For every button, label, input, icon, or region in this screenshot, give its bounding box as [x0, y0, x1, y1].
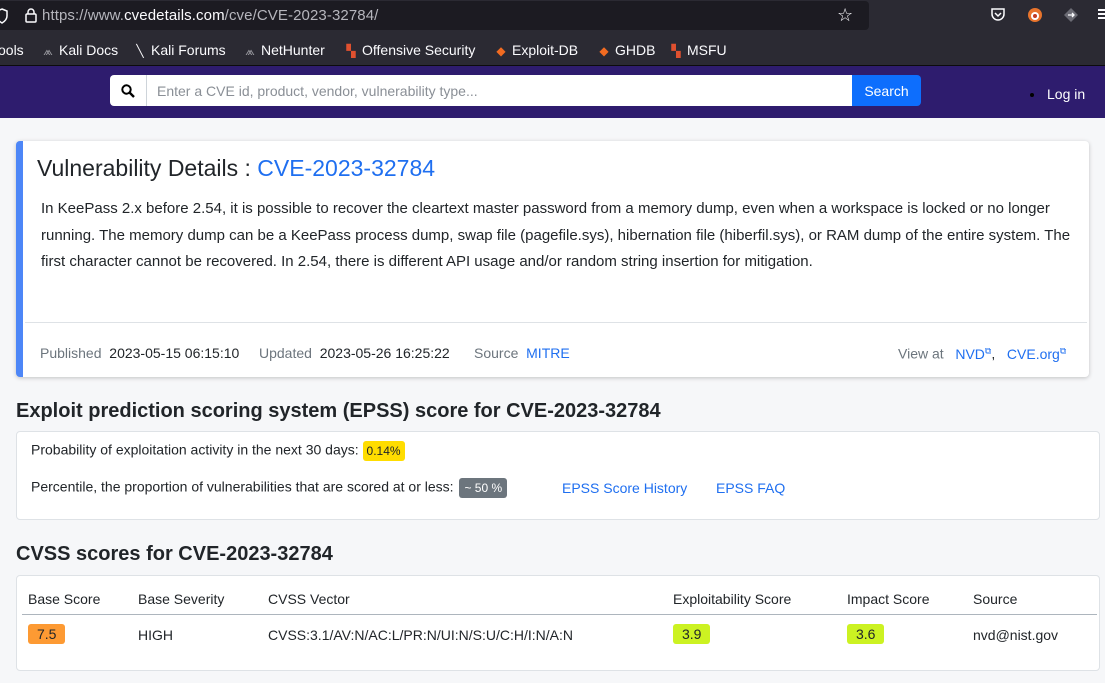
view-at: View at NVD⧉, CVE.org⧉	[898, 345, 1067, 362]
column-header: Base Severity	[138, 591, 225, 607]
bookmark-exploit-db[interactable]: ◆ Exploit-DB	[494, 42, 578, 58]
vulnerability-meta: Published 2023-05-15 06:15:10 Updated 20…	[25, 322, 1087, 377]
epss-history-link[interactable]: EPSS Score History	[562, 480, 687, 496]
updated-meta: Updated 2023-05-26 16:25:22	[259, 345, 450, 361]
source-mitre-link[interactable]: MITRE	[526, 345, 570, 361]
cvss-heading: CVSS scores for CVE-2023-32784	[16, 543, 333, 565]
lock-icon[interactable]	[25, 8, 37, 26]
nvd-link[interactable]: NVD⧉	[955, 345, 991, 362]
bookmark-nethunter[interactable]: ⩕ NetHunter	[243, 42, 325, 59]
extension-arrow-icon[interactable]	[1062, 6, 1080, 28]
search-bar: Search	[110, 75, 921, 106]
cve-org-link[interactable]: CVE.org⧉	[1007, 345, 1067, 362]
pocket-icon[interactable]	[990, 6, 1006, 26]
probability-badge: 0.14%	[362, 441, 405, 461]
impact-score: 3.6	[847, 624, 885, 644]
ghdb-icon: ◆	[599, 44, 609, 58]
header-divider	[22, 614, 1097, 615]
exploit-db-icon: ◆	[496, 44, 506, 58]
kali-forums-icon: ╲	[136, 44, 144, 58]
vulnerability-card: Vulnerability Details : CVE-2023-32784 I…	[16, 141, 1089, 377]
menu-icon[interactable]	[1098, 6, 1105, 26]
search-button[interactable]: Search	[852, 75, 921, 106]
kali-dragon-icon: ⩕	[43, 44, 53, 58]
address-bar[interactable]: https://www.cvedetails.com/cve/CVE-2023-…	[0, 1, 869, 30]
browser-toolbar: https://www.cvedetails.com/cve/CVE-2023-…	[0, 0, 1105, 33]
bookmark-offensive-security[interactable]: ▚ Offensive Security	[344, 42, 475, 58]
login-link[interactable]: Log in	[1030, 86, 1085, 102]
exploitability-score: 3.9	[673, 624, 711, 644]
percentile-badge: ~ 50 %	[459, 478, 508, 498]
epss-faq-link[interactable]: EPSS FAQ	[716, 480, 785, 496]
site-header: Search Log in	[0, 66, 1105, 118]
search-icon	[110, 75, 146, 106]
msfu-icon: ▚	[671, 44, 681, 58]
url-text[interactable]: https://www.cvedetails.com/cve/CVE-2023-…	[42, 7, 378, 24]
exploitability-badge: 3.9	[673, 624, 711, 644]
cve-id-link[interactable]: CVE-2023-32784	[257, 155, 435, 181]
base-score-badge: 7.5	[28, 624, 66, 644]
impact-badge: 3.6	[847, 624, 885, 644]
nethunter-icon: ⩕	[245, 44, 255, 58]
bookmark-tools[interactable]: ools	[0, 42, 24, 58]
bookmark-star-icon[interactable]: ☆	[837, 5, 853, 26]
bookmark-msfu[interactable]: ▚ MSFU	[669, 42, 726, 58]
base-score: 7.5	[28, 624, 66, 644]
bookmarks-toolbar: ools ⩕ Kali Docs ╲ Kali Forums ⩕ NetHunter …	[0, 33, 1105, 66]
column-header: Base Score	[28, 591, 101, 607]
score-source: nvd@nist.gov	[973, 627, 1059, 643]
epss-heading: Exploit prediction scoring system (EPSS)…	[16, 400, 661, 422]
column-header: Impact Score	[847, 591, 930, 607]
cvss-vector-link[interactable]: CVSS:3.1/AV:N/AC:L/PR:N/UI:N/S:U/C:H/I:N…	[268, 627, 573, 643]
bookmark-kali-docs[interactable]: ⩕ Kali Docs	[41, 42, 118, 59]
epss-box: Probability of exploitation activity in …	[16, 431, 1100, 520]
shield-icon[interactable]	[0, 8, 8, 27]
external-link-icon: ⧉	[1059, 345, 1067, 355]
vulnerability-description: In KeePass 2.x before 2.54, it is possib…	[41, 200, 1071, 270]
epss-probability: Probability of exploitation activity in …	[31, 441, 405, 461]
source-meta: Source MITRE	[474, 345, 570, 361]
published-meta: Published 2023-05-15 06:15:10	[40, 345, 240, 361]
epss-percentile: Percentile, the proportion of vulnerabil…	[31, 478, 508, 498]
cvss-table: Base Score Base Severity CVSS Vector Exp…	[16, 575, 1100, 671]
bookmark-kali-forums[interactable]: ╲ Kali Forums	[133, 42, 225, 58]
column-header: Exploitability Score	[673, 591, 792, 607]
search-input[interactable]	[146, 75, 852, 106]
column-header: Source	[973, 591, 1018, 607]
page-title: Vulnerability Details : CVE-2023-32784	[37, 155, 436, 181]
base-severity: HIGH	[138, 627, 173, 643]
user-dot-icon	[1030, 93, 1034, 98]
column-header: CVSS Vector	[268, 591, 350, 607]
bookmark-ghdb[interactable]: ◆ GHDB	[597, 42, 655, 58]
offsec-icon: ▚	[346, 44, 356, 58]
extension-fox-icon[interactable]	[1026, 6, 1044, 28]
